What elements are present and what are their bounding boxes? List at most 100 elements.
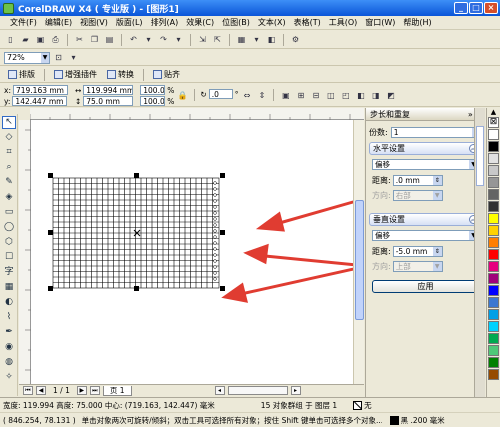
copy-icon[interactable]: ❐ — [88, 34, 101, 46]
horizontal-distance-field[interactable]: .0 mm ⇕ — [392, 175, 443, 186]
menu-bitmaps[interactable]: 位图(B) — [218, 17, 254, 28]
first-page-icon[interactable]: ⏮ — [23, 386, 33, 395]
palette-scroll-up-icon[interactable]: ▲ — [487, 108, 500, 116]
trim-icon[interactable]: ◨ — [369, 89, 382, 101]
enhance-plugin-button[interactable]: 增强插件 — [50, 69, 101, 80]
zoom-tool-icon[interactable]: ⌕ — [2, 161, 16, 174]
chevron-down-icon[interactable]: ▾ — [142, 34, 155, 46]
paste-snap-button[interactable]: 贴齐 — [149, 69, 184, 80]
table-tool-icon[interactable]: ▦ — [2, 281, 16, 294]
color-swatch[interactable] — [488, 225, 499, 236]
menu-window[interactable]: 窗口(W) — [361, 17, 399, 28]
y-position-field[interactable]: 142.447 mm — [12, 96, 68, 106]
color-swatch[interactable] — [488, 201, 499, 212]
prev-page-icon[interactable]: ◀ — [36, 386, 46, 395]
menu-help[interactable]: 帮助(H) — [399, 17, 435, 28]
menu-layout[interactable]: 版面(L) — [112, 17, 147, 28]
text-tool-icon[interactable]: 字 — [2, 266, 16, 279]
application-launcher-icon[interactable]: ▦ — [235, 34, 248, 46]
smart-fill-tool-icon[interactable]: ◈ — [2, 191, 16, 204]
welcome-screen-icon[interactable]: ◧ — [265, 34, 278, 46]
snap-icon[interactable]: ⊡ — [52, 52, 65, 64]
docker-tab-step-repeat[interactable] — [476, 126, 484, 186]
paste-icon[interactable]: ▤ — [103, 34, 116, 46]
rectangle-tool-icon[interactable]: ▭ — [2, 206, 16, 219]
convert-button[interactable]: 转换 — [103, 69, 138, 80]
last-page-icon[interactable]: ⏭ — [89, 386, 100, 395]
color-swatch[interactable] — [488, 297, 499, 308]
intersect-icon[interactable]: ◩ — [384, 89, 397, 101]
combine-icon[interactable]: ◫ — [324, 89, 337, 101]
chevron-down-icon[interactable]: ▾ — [67, 52, 80, 64]
color-swatch[interactable] — [488, 261, 499, 272]
horizontal-scrollbar[interactable] — [227, 386, 288, 395]
zoom-select[interactable]: 72% ▼ — [4, 51, 50, 64]
menu-tools[interactable]: 工具(O) — [325, 17, 362, 28]
minimize-button[interactable]: _ — [454, 2, 468, 14]
horizontal-direction-select[interactable]: 右部 ▼ — [392, 190, 443, 201]
break-apart-icon[interactable]: ◰ — [339, 89, 352, 101]
color-swatch[interactable] — [488, 333, 499, 344]
color-swatch[interactable] — [488, 345, 499, 356]
undo-icon[interactable]: ↶ — [127, 34, 140, 46]
scroll-left-icon[interactable]: ◂ — [214, 386, 225, 395]
menu-table[interactable]: 表格(T) — [290, 17, 325, 28]
vertical-mode-select[interactable]: 偏移 ▼ — [372, 230, 479, 241]
horizontal-ruler[interactable] — [30, 108, 364, 120]
scroll-right-icon[interactable]: ▸ — [290, 386, 301, 395]
open-folder-icon[interactable]: ▰ — [19, 34, 32, 46]
import-icon[interactable]: ⇲ — [196, 34, 209, 46]
color-swatch[interactable] — [488, 285, 499, 296]
vertical-distance-field[interactable]: -5.0 mm ⇕ — [392, 246, 443, 257]
color-swatch[interactable] — [488, 177, 499, 188]
ungroup-icon[interactable]: ⊞ — [294, 89, 307, 101]
height-field[interactable]: 75.0 mm — [83, 96, 134, 106]
outline-tool-icon[interactable]: ✒ — [2, 326, 16, 339]
pick-tool-icon[interactable]: ↖ — [2, 116, 16, 129]
options-icon[interactable]: ⚙ — [289, 34, 302, 46]
save-icon[interactable]: ▣ — [34, 34, 47, 46]
ungroup-all-icon[interactable]: ⊟ — [309, 89, 322, 101]
color-swatch[interactable] — [488, 309, 499, 320]
copies-field[interactable]: 1 ⇕ — [390, 127, 482, 138]
redo-icon[interactable]: ↷ — [157, 34, 170, 46]
vertical-direction-select[interactable]: 上部 ▼ — [392, 261, 443, 272]
print-icon[interactable]: ⎙ — [49, 34, 62, 46]
maximize-button[interactable]: □ — [469, 2, 483, 14]
lock-ratio-icon[interactable]: 🔒 — [176, 89, 189, 101]
rotation-angle-field[interactable]: .0 — [208, 89, 233, 99]
chevron-down-icon[interactable]: ▾ — [250, 34, 263, 46]
width-field[interactable]: 119.994 mm — [83, 85, 134, 95]
shape-tool-icon[interactable]: ◇ — [2, 131, 16, 144]
eyedropper-tool-icon[interactable]: ⌇ — [2, 311, 16, 324]
scroll-thumb[interactable] — [355, 200, 364, 320]
vertical-scrollbar[interactable] — [353, 120, 364, 384]
color-swatch[interactable] — [488, 129, 499, 140]
chevron-down-icon[interactable]: ▾ — [172, 34, 185, 46]
close-button[interactable]: × — [484, 2, 498, 14]
color-swatch[interactable] — [488, 189, 499, 200]
vertical-settings-header[interactable]: 垂直设置 ︽ — [369, 213, 482, 226]
color-swatch[interactable] — [488, 141, 499, 152]
horizontal-settings-header[interactable]: 水平设置 ︽ — [369, 142, 482, 155]
menu-effects[interactable]: 效果(C) — [182, 17, 218, 28]
color-swatch[interactable] — [488, 237, 499, 248]
grid-object[interactable] — [31, 120, 353, 384]
color-swatch[interactable] — [488, 369, 499, 380]
menu-text[interactable]: 文本(X) — [254, 17, 290, 28]
menu-file[interactable]: 文件(F) — [6, 17, 41, 28]
cut-icon[interactable]: ✂ — [73, 34, 86, 46]
smart-drawing-tool-icon[interactable]: ✧ — [2, 371, 16, 384]
vertical-ruler[interactable] — [19, 120, 31, 386]
color-swatch[interactable] — [488, 357, 499, 368]
horizontal-mode-select[interactable]: 偏移 ▼ — [372, 159, 479, 170]
interactive-fill-tool-icon[interactable]: ◍ — [2, 356, 16, 369]
apply-button[interactable]: 应用 — [372, 280, 479, 293]
scale-x-field[interactable]: 100.0 — [140, 85, 166, 95]
x-position-field[interactable]: 719.163 mm — [12, 85, 68, 95]
drawing-canvas[interactable] — [31, 120, 353, 384]
color-swatch[interactable] — [488, 249, 499, 260]
basic-shapes-tool-icon[interactable]: ☐ — [2, 251, 16, 264]
new-document-icon[interactable]: ▯ — [4, 34, 17, 46]
polygon-tool-icon[interactable]: ⬡ — [2, 236, 16, 249]
